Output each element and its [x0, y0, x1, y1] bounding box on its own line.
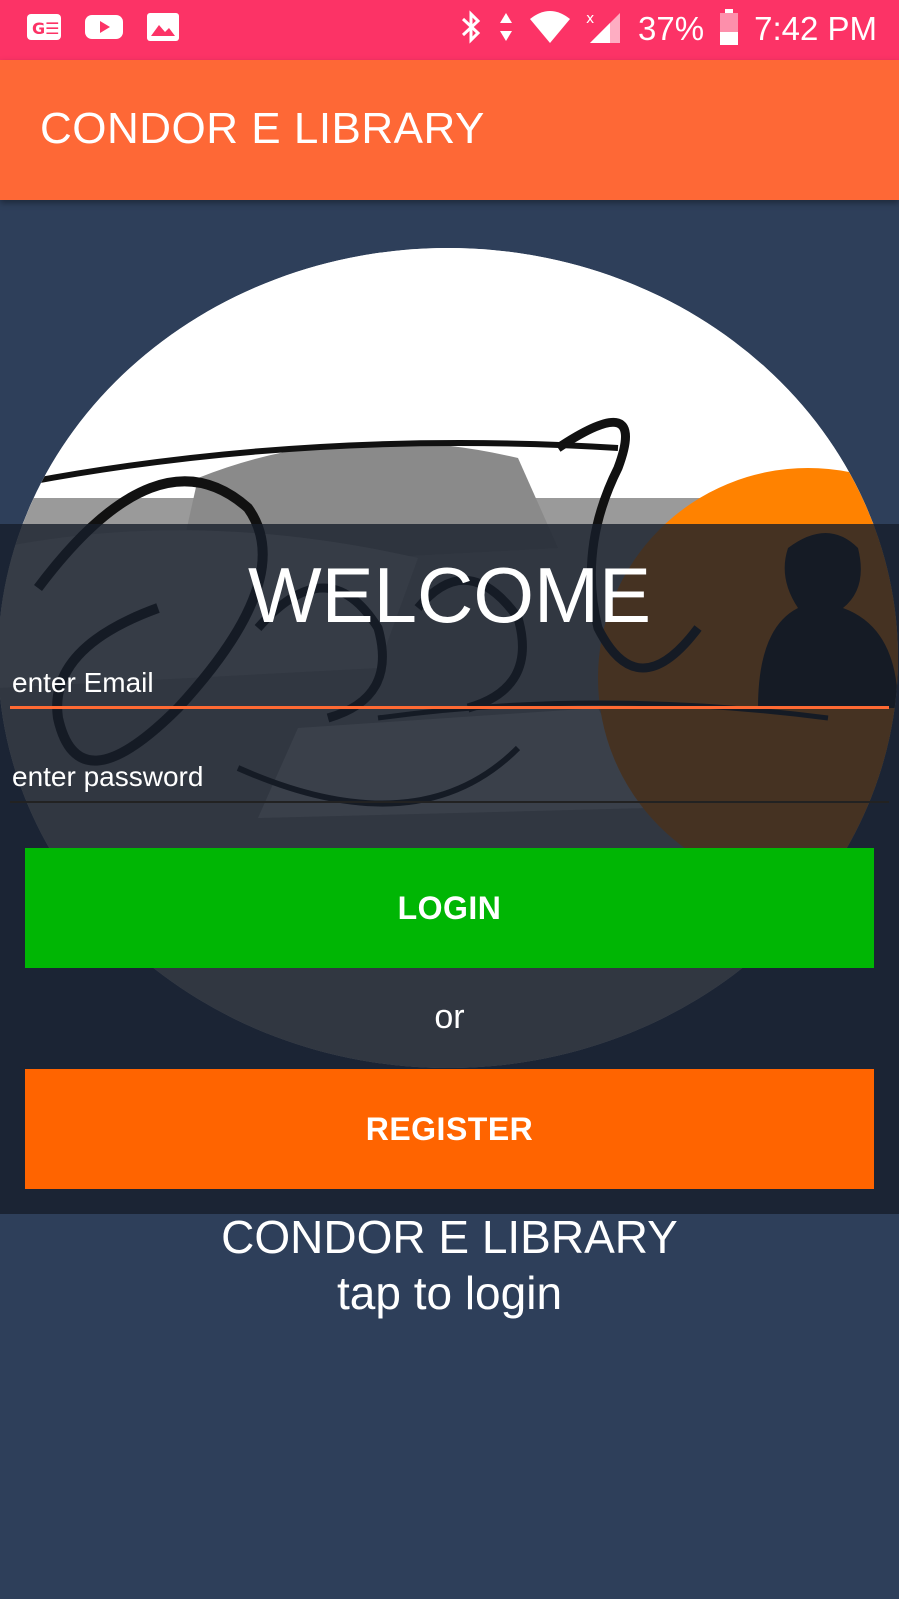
welcome-heading: WELCOME: [247, 551, 652, 639]
image-icon: [146, 12, 180, 46]
footer-title: CONDOR E LIBRARY: [221, 1211, 678, 1263]
tap-to-login-link[interactable]: tap to login: [0, 1266, 899, 1320]
status-bar: G☰ x 37% 7:42 PM: [0, 0, 899, 60]
youtube-icon: [84, 12, 124, 46]
ge-icon: G☰: [26, 12, 62, 46]
battery-icon: [718, 8, 740, 50]
login-button[interactable]: LOGIN: [25, 848, 874, 968]
battery-percent: 37%: [638, 10, 705, 47]
clock: 7:42 PM: [754, 10, 877, 47]
app-bar: CONDOR E LIBRARY: [0, 60, 899, 200]
svg-text:x: x: [586, 11, 594, 27]
password-underline: [10, 801, 889, 803]
or-separator: or: [434, 998, 465, 1036]
data-arrows-icon: [498, 10, 514, 48]
notification-icons: G☰: [26, 12, 180, 46]
wifi-icon: [528, 9, 572, 49]
register-button[interactable]: REGISTER: [25, 1069, 874, 1189]
svg-text:G☰: G☰: [32, 19, 59, 38]
password-field[interactable]: [10, 760, 893, 794]
system-indicators: x 37% 7:42 PM: [458, 8, 877, 50]
email-underline: [10, 706, 889, 709]
app-title: CONDOR E LIBRARY: [40, 104, 485, 153]
bluetooth-icon: [458, 9, 484, 49]
email-field[interactable]: [10, 666, 893, 700]
signal-icon: x: [586, 9, 624, 49]
